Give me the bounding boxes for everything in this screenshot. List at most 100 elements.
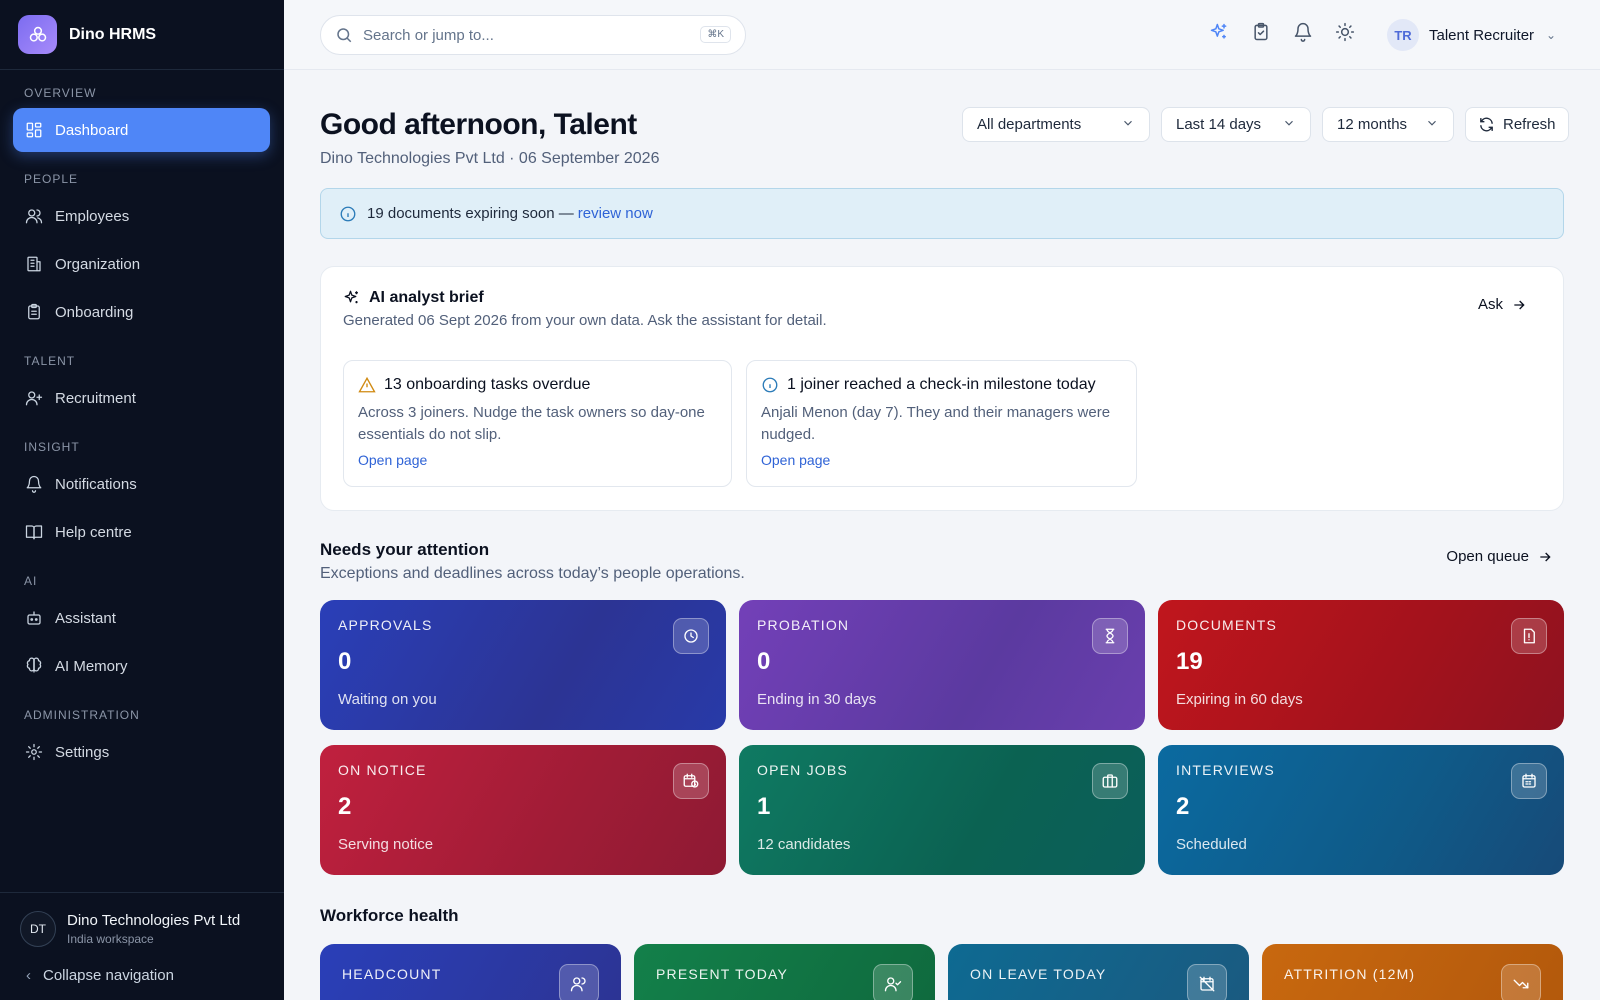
- filter-bar: All departments Last 14 days 12 months R…: [962, 107, 1569, 142]
- sidebar: Dino HRMS OVERVIEW Dashboard PEOPLE Empl…: [0, 0, 284, 1000]
- sun-icon: [1335, 22, 1355, 42]
- sidebar-item-label: Employees: [55, 207, 130, 225]
- info-icon: [340, 206, 356, 221]
- grid-icon: [26, 122, 42, 138]
- ai-sparkle-button[interactable]: [1209, 22, 1229, 42]
- bell-icon: [26, 475, 42, 493]
- avatar: TR: [1387, 19, 1419, 51]
- users-icon: [559, 964, 599, 1000]
- interviews-tile[interactable]: INTERVIEWS 2 Scheduled: [1158, 745, 1564, 875]
- open-queue-button[interactable]: Open queue: [1446, 548, 1553, 565]
- search-box[interactable]: ⌘K: [320, 15, 746, 55]
- sidebar-item-recruitment[interactable]: Recruitment: [13, 376, 270, 420]
- documents-tile[interactable]: DOCUMENTS 19 Expiring in 60 days: [1158, 600, 1564, 730]
- brand-name: Dino HRMS: [69, 25, 157, 43]
- sidebar-item-dashboard[interactable]: Dashboard: [13, 108, 270, 152]
- info-icon: [762, 377, 778, 393]
- on-notice-tile[interactable]: ON NOTICE 2 Serving notice: [320, 745, 726, 875]
- present-today-tile[interactable]: PRESENT TODAY: [634, 944, 935, 1000]
- open-page-link[interactable]: Open page: [358, 452, 427, 468]
- probation-tile[interactable]: PROBATION 0 Ending in 30 days: [739, 600, 1145, 730]
- review-now-link[interactable]: review now: [578, 205, 653, 222]
- on-leave-today-tile[interactable]: ON LEAVE TODAY: [948, 944, 1249, 1000]
- headcount-tile[interactable]: HEADCOUNT: [320, 944, 621, 1000]
- workforce-title: Workforce health: [320, 906, 459, 925]
- date-range-select[interactable]: Last 14 days: [1161, 107, 1311, 142]
- tile-label: PROBATION: [757, 617, 850, 633]
- org-avatar: DT: [20, 911, 56, 947]
- approvals-tile[interactable]: APPROVALS 0 Waiting on you: [320, 600, 726, 730]
- tile-subtitle: Scheduled: [1176, 836, 1247, 853]
- sidebar-item-label: Settings: [55, 743, 110, 761]
- sidebar-item-label: Onboarding: [55, 303, 134, 321]
- sidebar-item-label: Assistant: [55, 609, 116, 627]
- sidebar-item-label: Dashboard: [55, 121, 129, 139]
- org-workspace: India workspace: [67, 932, 154, 946]
- topbar: ⌘K TR Talent Recruiter ⌄: [284, 0, 1600, 70]
- workspace-switcher[interactable]: DT Dino Technologies Pvt Ltd India works…: [20, 911, 264, 947]
- ask-assistant-button[interactable]: Ask: [1478, 296, 1527, 313]
- sidebar-item-ai-memory[interactable]: AI Memory: [13, 644, 270, 688]
- user-menu[interactable]: TR Talent Recruiter ⌄: [1387, 19, 1556, 51]
- calendar-clock-icon: [673, 763, 709, 799]
- clipboard-icon: [28, 303, 40, 320]
- brief-card: 1 joiner reached a check-in milestone to…: [746, 360, 1137, 487]
- calendar-icon: [1511, 763, 1547, 799]
- notifications-button[interactable]: [1293, 22, 1313, 42]
- nav-section-people: PEOPLE: [24, 172, 79, 186]
- sidebar-item-onboarding[interactable]: Onboarding: [13, 290, 270, 334]
- sidebar-item-label: Notifications: [55, 475, 137, 493]
- user-name: Talent Recruiter: [1429, 26, 1535, 44]
- ask-label: Ask: [1477, 296, 1503, 313]
- search-input[interactable]: [363, 26, 683, 44]
- tile-value: 0: [757, 648, 771, 675]
- sidebar-item-notifications[interactable]: Notifications: [13, 462, 270, 506]
- user-plus-icon: [25, 391, 43, 406]
- users-icon: [25, 209, 43, 224]
- book-icon: [25, 525, 43, 540]
- search-icon: [337, 28, 352, 43]
- chevron-left-icon: ‹: [26, 967, 31, 984]
- main-nav: OVERVIEW Dashboard PEOPLE Employees Orga…: [0, 70, 284, 774]
- brand[interactable]: Dino HRMS: [0, 0, 284, 70]
- sidebar-item-help[interactable]: Help centre: [13, 510, 270, 554]
- topbar-actions: [1209, 22, 1355, 42]
- banner-text: 19 documents expiring soon —: [367, 205, 574, 222]
- tile-label: ON NOTICE: [338, 762, 427, 778]
- period-select[interactable]: 12 months: [1322, 107, 1454, 142]
- search-shortcut: ⌘K: [700, 26, 731, 43]
- period-select-value: 12 months: [1337, 116, 1408, 133]
- department-select-value: All departments: [977, 116, 1082, 133]
- department-select[interactable]: All departments: [962, 107, 1150, 142]
- sidebar-item-assistant[interactable]: Assistant: [13, 596, 270, 640]
- sidebar-item-settings[interactable]: Settings: [13, 730, 270, 774]
- tile-subtitle: Ending in 30 days: [757, 691, 877, 708]
- attention-title: Needs your attention: [320, 540, 490, 559]
- tasks-button[interactable]: [1251, 22, 1271, 42]
- document-alert-icon: [1511, 618, 1547, 654]
- ai-brief-title: AI analyst brief: [343, 289, 484, 307]
- date-range-select-value: Last 14 days: [1176, 116, 1262, 133]
- tile-subtitle: Waiting on you: [338, 691, 437, 708]
- hourglass-icon: [1092, 618, 1128, 654]
- open-page-link[interactable]: Open page: [761, 452, 830, 468]
- open-jobs-tile[interactable]: OPEN JOBS 1 12 candidates: [739, 745, 1145, 875]
- tile-subtitle: 12 candidates: [757, 836, 851, 853]
- refresh-icon: [1480, 117, 1493, 132]
- nav-section-talent: TALENT: [24, 354, 76, 368]
- tile-label: APPROVALS: [338, 617, 433, 633]
- sidebar-item-organization[interactable]: Organization: [13, 242, 270, 286]
- sparkle-icon: [1210, 23, 1227, 39]
- theme-toggle-button[interactable]: [1335, 22, 1355, 42]
- collapse-navigation-button[interactable]: ‹ Collapse navigation: [20, 967, 264, 984]
- ai-brief-subtitle: Generated 06 Sept 2026 from your own dat…: [343, 312, 827, 329]
- gear-icon: [25, 743, 43, 761]
- refresh-button[interactable]: Refresh: [1465, 107, 1569, 142]
- bot-icon: [27, 611, 41, 625]
- chevron-down-icon: [1121, 116, 1135, 134]
- building-icon: [27, 256, 41, 272]
- brief-card: 13 onboarding tasks overdue Across 3 joi…: [343, 360, 732, 487]
- attrition-tile[interactable]: ATTRITION (12M): [1262, 944, 1563, 1000]
- clock-icon: [673, 618, 709, 654]
- sidebar-item-employees[interactable]: Employees: [13, 194, 270, 238]
